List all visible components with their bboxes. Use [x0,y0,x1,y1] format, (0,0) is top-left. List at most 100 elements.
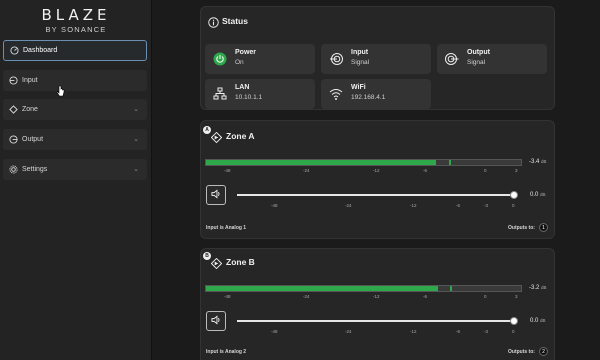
sidebar-item-label: Input [22,77,38,84]
volume-db-unit: dB [540,318,546,323]
meter-tick: -6 [423,168,428,173]
input-icon [9,76,18,85]
meter-fill [206,160,436,165]
status-card-power: Power On [205,44,315,74]
zone-b-outputs-label: Outputs to: [508,349,535,355]
zone-a-level-meter [205,159,522,166]
speaker-icon [210,186,222,204]
status-card-wifi: WiFi 192.168.4.1 [321,79,431,109]
sidebar-item-label: Output [22,136,44,143]
slider-tick: -24 [345,203,352,208]
slider-handle[interactable] [510,191,518,199]
meter-peak [450,286,453,291]
sidebar-item-dashboard[interactable]: Dashboard [3,40,147,61]
power-icon [213,52,227,66]
sidebar-item-output[interactable]: Output ⌄ [3,129,147,150]
zone-a-title: Zone A [226,131,255,141]
meter-tick: 3 [515,294,518,299]
zone-b-input-text: Input is Analog 2 [206,349,247,355]
meter-fill [206,286,438,291]
volume-db-value: 0.0 [530,318,539,324]
mouse-cursor-icon [56,84,66,102]
volume-db-unit: dB [540,192,546,197]
slider-tick: -48 [271,203,278,208]
zone-a-input-text: Input is Analog 1 [206,225,247,231]
sidebar-item-zone[interactable]: Zone ⌄ [3,99,147,120]
zone-icon [210,130,223,148]
status-label: Input [351,49,369,56]
status-card-input: Input Signal [321,44,431,74]
zone-b-meter-db: -3.2 dB [529,285,547,291]
zone-b-level-meter [205,285,522,292]
zone-b-volume-db: 0.0 dB [530,318,546,324]
status-label: LAN [235,84,250,91]
meter-tick: 0 [484,168,487,173]
zone-icon [210,256,223,274]
slider-tick: -3 [484,203,489,208]
brand-sub: BY SONANCE [45,25,107,34]
meter-tick: -24 [303,168,310,173]
zone-a-volume-slider[interactable] [237,191,518,199]
meter-db-unit: dB [541,159,547,164]
zone-b-outputs-count[interactable]: 2 [539,347,548,356]
status-card-output: Output Signal [437,44,547,74]
gear-icon [9,165,18,174]
lan-icon [213,87,227,101]
sidebar-item-settings[interactable]: Settings ⌄ [3,159,147,180]
brand-logo: BLAZE BY SONANCE [0,6,152,34]
info-icon [208,15,219,33]
status-label: Power [235,49,257,56]
slider-tick: -3 [484,329,489,334]
meter-tick: -12 [373,294,380,299]
zone-a-outputs-label: Outputs to: [508,225,535,231]
brand-name: BLAZE [41,6,111,24]
volume-db-value: 0.0 [530,192,539,198]
meter-db-value: -3.2 [529,285,540,291]
zone-b-title: Zone B [226,257,255,267]
meter-tick: 0 [484,294,487,299]
wifi-icon [329,87,343,101]
status-card-lan: LAN 10.10.1.1 [205,79,315,109]
slider-tick: 0 [512,203,515,208]
sidebar-item-input[interactable]: Input [3,70,147,91]
meter-db-value: -3.4 [529,159,540,165]
zone-icon [9,105,18,114]
meter-db-unit: dB [541,285,547,290]
zone-b-mute-button[interactable] [206,311,226,331]
meter-tick: -24 [303,294,310,299]
zone-a-mute-button[interactable] [206,185,226,205]
slider-tick: -6 [456,203,461,208]
status-panel: Status Power On Input Signal Output Sign… [200,6,555,110]
dashboard-icon [10,46,19,55]
meter-peak [448,160,451,165]
status-value: 192.168.4.1 [351,94,386,101]
meter-tick: -12 [373,168,380,173]
status-label: WiFi [351,84,366,91]
chevron-down-icon: ⌄ [133,106,139,113]
sidebar-item-label: Settings [22,166,48,173]
slider-tick: -6 [456,329,461,334]
meter-tick: -6 [423,294,428,299]
chevron-down-icon: ⌄ [133,136,139,143]
status-label: Output [467,49,490,56]
meter-tick: -48 [224,168,231,173]
slider-tick: -48 [271,329,278,334]
status-value: Signal [351,59,370,66]
meter-tick: -48 [224,294,231,299]
speaker-icon [210,312,222,330]
slider-tick: 0 [512,329,515,334]
chevron-down-icon: ⌄ [133,166,139,173]
sidebar-item-label: Dashboard [23,47,58,54]
sidebar: BLAZE BY SONANCE Dashboard Input Zone ⌄ … [0,0,152,360]
slider-tick: -12 [410,329,417,334]
status-value: On [235,59,244,66]
status-value: Signal [467,59,486,66]
status-title: Status [222,16,248,26]
sidebar-item-label: Zone [22,106,38,113]
zone-letter-badge: B [203,252,211,260]
output-icon [9,135,18,144]
zone-b-volume-slider[interactable] [237,317,518,325]
slider-handle[interactable] [510,317,518,325]
zone-a-outputs-count[interactable]: 1 [539,223,548,232]
meter-tick: 3 [515,168,518,173]
